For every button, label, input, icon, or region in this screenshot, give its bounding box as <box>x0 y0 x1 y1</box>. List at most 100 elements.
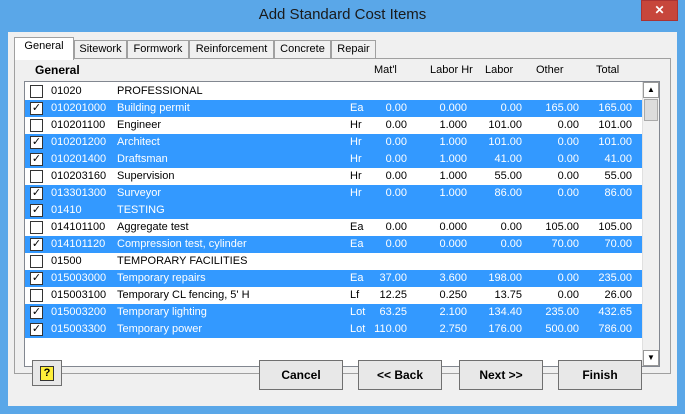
list-item[interactable]: 01020 PROFESSIONAL <box>25 83 643 100</box>
cell-code: 014101100 <box>51 221 106 233</box>
cell-code: 010201100 <box>51 119 106 131</box>
cell-desc: Temporary lighting <box>117 306 207 318</box>
cell-total: 786.00 <box>598 323 632 335</box>
close-button[interactable]: ✕ <box>641 0 678 21</box>
cell-desc: TEMPORARY FACILITIES <box>117 255 248 267</box>
help-icon: ? <box>40 366 54 381</box>
tab-formwork[interactable]: Formwork <box>127 40 189 59</box>
cell-total: 70.00 <box>604 238 632 250</box>
cell-labor-hr: 1.000 <box>439 153 467 165</box>
cost-items-list[interactable]: 01020 PROFESSIONAL ✓ 010201000 Building perm… <box>24 81 660 367</box>
row-checkbox[interactable] <box>30 221 43 234</box>
cell-other: 105.00 <box>545 221 579 233</box>
cancel-button[interactable]: Cancel <box>259 360 343 390</box>
col-header-labor: Labor <box>485 64 514 76</box>
cell-matl: 110.00 <box>374 323 407 335</box>
list-item[interactable]: ✓ 010201000 Building permit Ea 0.00 0.000 0.00… <box>25 100 643 117</box>
list-item[interactable]: 01500 TEMPORARY FACILITIES <box>25 253 643 270</box>
back-button[interactable]: << Back <box>358 360 442 390</box>
row-checkbox[interactable]: ✓ <box>30 102 43 115</box>
row-checkbox[interactable]: ✓ <box>30 153 43 166</box>
cell-code: 01500 <box>51 255 82 267</box>
cell-other: 70.00 <box>551 238 579 250</box>
row-checkbox[interactable]: ✓ <box>30 306 43 319</box>
cell-desc: Temporary repairs <box>117 272 206 284</box>
list-item[interactable]: ✓ 014101120 Compression test, cylinder Ea 0.… <box>25 236 643 253</box>
title-bar: Add Standard Cost Items ✕ <box>0 0 685 32</box>
cell-other: 0.00 <box>557 136 579 148</box>
cell-total: 105.00 <box>598 221 632 233</box>
cell-matl: 0.00 <box>385 136 407 148</box>
scroll-down-icon[interactable]: ▼ <box>643 350 659 366</box>
vertical-scrollbar[interactable]: ▲ ▼ <box>642 82 659 366</box>
cell-code: 010201000 <box>51 102 107 114</box>
list-item[interactable]: ✓ 010201200 Architect Hr 0.00 1.000 101.00 0.00… <box>25 134 643 151</box>
scroll-thumb[interactable] <box>644 99 658 121</box>
list-item[interactable]: 010203160 Supervision Hr 0.00 1.000 55.00 0.00… <box>25 168 643 185</box>
tab-general[interactable]: General <box>14 37 74 60</box>
row-checkbox[interactable]: ✓ <box>30 272 43 285</box>
cell-labor: 198.00 <box>488 272 522 284</box>
list-item[interactable]: 014101100 Aggregate test Ea 0.00 0.000 0.00 10… <box>25 219 643 236</box>
cell-code: 013301300 <box>51 187 107 199</box>
cell-desc: PROFESSIONAL <box>117 85 203 97</box>
cell-labor-hr: 0.250 <box>439 289 467 301</box>
cell-matl: 0.00 <box>385 170 407 182</box>
row-checkbox[interactable] <box>30 119 43 132</box>
cell-other: 0.00 <box>557 170 579 182</box>
cell-code: 015003200 <box>51 306 107 318</box>
row-checkbox[interactable] <box>30 170 43 183</box>
next-button[interactable]: Next >> <box>459 360 543 390</box>
row-checkbox[interactable]: ✓ <box>30 136 43 149</box>
list-item[interactable]: ✓ 015003300 Temporary power Lot 110.00 2.750 1… <box>25 321 643 338</box>
cell-desc: Aggregate test <box>117 221 189 233</box>
row-checkbox[interactable] <box>30 289 43 302</box>
cell-matl: 0.00 <box>385 119 407 131</box>
list-item[interactable]: 015003100 Temporary CL fencing, 5' H Lf 12.… <box>25 287 643 304</box>
tab-repair[interactable]: Repair <box>331 40 376 59</box>
cell-desc: Surveyor <box>117 187 162 199</box>
cell-desc: Supervision <box>117 170 175 182</box>
col-header-matl: Mat'l <box>374 64 397 76</box>
row-checkbox[interactable]: ✓ <box>30 204 43 217</box>
list-item[interactable]: 010201100 Engineer Hr 0.00 1.000 101.00 0.00 10… <box>25 117 643 134</box>
cell-matl: 0.00 <box>385 153 407 165</box>
cell-other: 0.00 <box>557 119 579 131</box>
cell-code: 01020 <box>51 85 82 97</box>
tab-sitework[interactable]: Sitework <box>74 40 127 59</box>
cell-labor-hr: 0.000 <box>439 221 467 233</box>
row-checkbox[interactable]: ✓ <box>30 238 43 251</box>
cell-desc: Architect <box>117 136 160 148</box>
cell-labor: 134.40 <box>488 306 522 318</box>
close-icon: ✕ <box>654 3 665 17</box>
list-item[interactable]: ✓ 01410 TESTING <box>25 202 643 219</box>
finish-button[interactable]: Finish <box>558 360 642 390</box>
list-item[interactable]: ✓ 013301300 Surveyor Hr 0.00 1.000 86.00 0.00 86… <box>25 185 643 202</box>
row-checkbox[interactable]: ✓ <box>30 323 43 336</box>
list-item[interactable]: ✓ 015003200 Temporary lighting Lot 63.25 2.10… <box>25 304 643 321</box>
help-button[interactable]: ? <box>32 360 62 386</box>
cell-total: 235.00 <box>598 272 632 284</box>
cell-total: 101.00 <box>598 136 632 148</box>
cell-labor: 101.00 <box>488 136 522 148</box>
cell-desc: Engineer <box>117 119 162 131</box>
row-checkbox[interactable]: ✓ <box>30 187 43 200</box>
cell-labor-hr: 2.750 <box>439 323 467 335</box>
tab-reinforcement[interactable]: Reinforcement <box>189 40 274 59</box>
list-item[interactable]: ✓ 015003000 Temporary repairs Ea 37.00 3.600 1… <box>25 270 643 287</box>
cell-labor: 86.00 <box>494 187 522 199</box>
list-item[interactable]: ✓ 010201400 Draftsman Hr 0.00 1.000 41.00 0.00 4… <box>25 151 643 168</box>
row-checkbox[interactable] <box>30 255 43 268</box>
cell-labor-hr: 1.000 <box>439 119 467 131</box>
row-checkbox[interactable] <box>30 85 43 98</box>
cell-code: 010203160 <box>51 170 107 182</box>
cell-code: 010201400 <box>51 153 107 165</box>
cell-labor-hr: 0.000 <box>439 102 467 114</box>
cell-total: 26.00 <box>604 289 632 301</box>
cell-total: 55.00 <box>604 170 632 182</box>
scroll-up-icon[interactable]: ▲ <box>643 82 659 98</box>
tab-concrete[interactable]: Concrete <box>274 40 331 59</box>
cell-other: 235.00 <box>545 306 579 318</box>
tab-panel: General Mat'l Labor Hr Labor Other Total… <box>14 58 671 374</box>
col-header-other: Other <box>536 64 564 76</box>
